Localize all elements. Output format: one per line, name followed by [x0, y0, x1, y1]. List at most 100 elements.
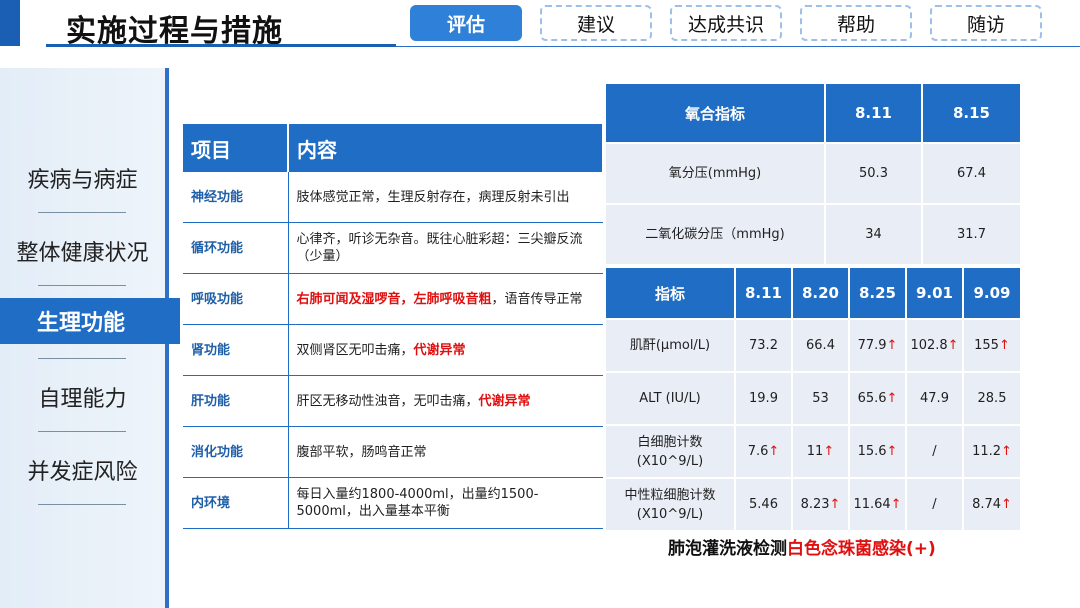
tab-help[interactable]: 帮助 — [800, 5, 912, 41]
table-row: 内环境 每日入量约1800-4000ml，出量约1500-5000ml，出入量基… — [183, 477, 603, 529]
value-text: / — [932, 444, 937, 459]
value-cell: 67.4 — [923, 144, 1020, 203]
arrow-up-icon: ↑ — [886, 444, 898, 459]
value-cell: 31.7 — [923, 205, 1020, 264]
value-cell: 66.4 — [793, 320, 848, 371]
content-cell: 腹部平软，肠鸣音正常 — [288, 426, 603, 478]
sidebar-divider — [38, 285, 126, 286]
value-cell: 65.6↑ — [850, 373, 905, 424]
content-text: 肝区无移动性浊音，无叩击痛， — [296, 393, 479, 409]
tab-consensus[interactable]: 达成共识 — [670, 5, 782, 41]
sidebar-item-overall-health[interactable]: 整体健康状况 — [0, 235, 165, 267]
value-cell: / — [907, 479, 962, 530]
content-cell: 每日入量约1800-4000ml，出量约1500-5000ml，出入量基本平衡 — [288, 477, 603, 529]
value-cell: 53 — [793, 373, 848, 424]
arrow-up-icon: ↑ — [768, 444, 780, 459]
column-header: 8.11 — [826, 84, 921, 142]
table-row: 神经功能 肢体感觉正常，生理反射存在，病理反射未引出 — [183, 172, 603, 223]
column-header: 8.15 — [923, 84, 1020, 142]
content-cell: 肢体感觉正常，生理反射存在，病理反射未引出 — [288, 172, 603, 223]
arrow-up-icon: ↑ — [829, 497, 841, 512]
column-header: 项目 — [183, 124, 289, 172]
sidebar-item-self-care[interactable]: 自理能力 — [0, 381, 165, 413]
item-cell: 呼吸功能 — [183, 273, 289, 325]
content-cell: 心律齐，听诊无杂音。既往心脏彩超：三尖瓣反流（少量） — [288, 222, 603, 274]
sidebar-divider — [38, 504, 126, 505]
value-cell: 155↑ — [964, 320, 1020, 371]
content-text: ，语音传导正常 — [491, 291, 583, 307]
table-row: 消化功能 腹部平软，肠鸣音正常 — [183, 426, 603, 478]
table-row: 氧分压(mmHg) 50.3 67.4 — [606, 144, 1020, 203]
value-text: 73.2 — [749, 338, 778, 353]
arrow-up-icon: ↑ — [890, 497, 902, 512]
column-header: 9.01 — [907, 268, 962, 318]
value-text: 65.6 — [857, 391, 887, 406]
indicator-label: ALT (IU/L) — [606, 373, 734, 424]
value-cell: 28.5 — [964, 373, 1020, 424]
indicator-label: 白细胞计数(X10^9/L) — [606, 426, 734, 477]
footnote-text: 肺泡灌洗液检测 — [668, 539, 787, 559]
item-cell: 消化功能 — [183, 426, 289, 478]
column-header: 8.11 — [736, 268, 791, 318]
value-text: 7.6 — [747, 444, 769, 459]
indicator-label: 中性粒细胞计数(X10^9/L) — [606, 479, 734, 530]
arrow-up-icon: ↑ — [1001, 444, 1012, 459]
table-row: 肾功能 双侧肾区无叩击痛，代谢异常 — [183, 324, 603, 376]
value-cell: 47.9 — [907, 373, 962, 424]
sidebar-item-physiological-function[interactable]: 生理功能 — [0, 298, 180, 344]
table-row: 肝功能 肝区无移动性浊音，无叩击痛，代谢异常 — [183, 375, 603, 427]
column-header: 内容 — [288, 124, 604, 172]
tab-bar: 评估 建议 达成共识 帮助 随访 — [410, 5, 1042, 41]
content-cell: 右肺可闻及湿啰音，左肺呼吸音粗，语音传导正常 — [288, 273, 603, 325]
item-cell: 肾功能 — [183, 324, 289, 376]
tab-followup[interactable]: 随访 — [930, 5, 1042, 41]
abnormal-text: 左肺呼吸音粗 — [413, 291, 492, 307]
value-cell: 11.64↑ — [850, 479, 905, 530]
arrow-up-icon: ↑ — [886, 391, 898, 406]
abnormal-text: 代谢异常 — [413, 342, 466, 358]
content-text: 双侧肾区无叩击痛， — [296, 342, 414, 358]
table-row: 呼吸功能 右肺可闻及湿啰音，左肺呼吸音粗，语音传导正常 — [183, 273, 603, 325]
column-header: 8.25 — [850, 268, 905, 318]
value-cell: 8.74↑ — [964, 479, 1020, 530]
value-text: 28.5 — [977, 391, 1007, 406]
indicator-label: 肌酐(μmol/L) — [606, 320, 734, 371]
table-row: 肌酐(μmol/L) 73.2 66.4 77.9↑ 102.8↑ 155↑ — [606, 320, 1020, 371]
value-text: 155 — [974, 338, 999, 353]
tab-advice[interactable]: 建议 — [540, 5, 652, 41]
tab-assessment[interactable]: 评估 — [410, 5, 522, 41]
value-text: 102.8 — [910, 338, 948, 353]
content-cell: 双侧肾区无叩击痛，代谢异常 — [288, 324, 603, 376]
value-text: 8.23 — [800, 497, 830, 512]
table-header-row: 指标 8.11 8.20 8.25 9.01 9.09 — [606, 268, 1020, 318]
oxygen-table: 氧合指标 8.11 8.15 氧分压(mmHg) 50.3 67.4 二氧化碳分… — [604, 82, 1022, 266]
table-row: 循环功能 心律齐，听诊无杂音。既往心脏彩超：三尖瓣反流（少量） — [183, 222, 603, 274]
indicator-label: 二氧化碳分压（mmHg) — [606, 205, 824, 264]
value-text: 5.46 — [749, 497, 778, 512]
function-table: 项目 内容 神经功能 肢体感觉正常，生理反射存在，病理反射未引出 循环功能 心律… — [183, 124, 604, 529]
item-cell: 神经功能 — [183, 172, 289, 223]
header-divider — [396, 46, 1080, 47]
item-cell: 内环境 — [183, 477, 289, 529]
column-header: 氧合指标 — [606, 84, 824, 142]
arrow-up-icon: ↑ — [886, 338, 898, 353]
sidebar-divider — [38, 358, 126, 359]
table-row: 中性粒细胞计数(X10^9/L) 5.46 8.23↑ 11.64↑/8.74↑ — [606, 479, 1020, 530]
sidebar-item-disease[interactable]: 疾病与病症 — [0, 162, 165, 194]
value-cell: 5.46 — [736, 479, 791, 530]
arrow-up-icon: ↑ — [823, 444, 835, 459]
value-cell: 15.6↑ — [850, 426, 905, 477]
footnote: 肺泡灌洗液检测白色念珠菌感染(+) — [668, 534, 936, 559]
value-cell: 73.2 — [736, 320, 791, 371]
sidebar-item-complication-risk[interactable]: 并发症风险 — [0, 454, 165, 486]
value-text: 11.64 — [853, 497, 891, 512]
header-accent-block — [0, 0, 20, 46]
abnormal-text: 右肺可闻及湿啰音， — [296, 291, 414, 307]
footnote-highlight: 白色念珠菌感染(+) — [787, 539, 936, 559]
value-text: 19.9 — [749, 391, 778, 406]
table-row: 二氧化碳分压（mmHg) 34 31.7 — [606, 205, 1020, 264]
value-text: 11 — [806, 444, 824, 459]
lab-indicator-table: 指标 8.11 8.20 8.25 9.01 9.09 肌酐(μmol/L) 73… — [604, 266, 1022, 532]
value-cell: / — [907, 426, 962, 477]
value-text: 53 — [812, 391, 829, 406]
